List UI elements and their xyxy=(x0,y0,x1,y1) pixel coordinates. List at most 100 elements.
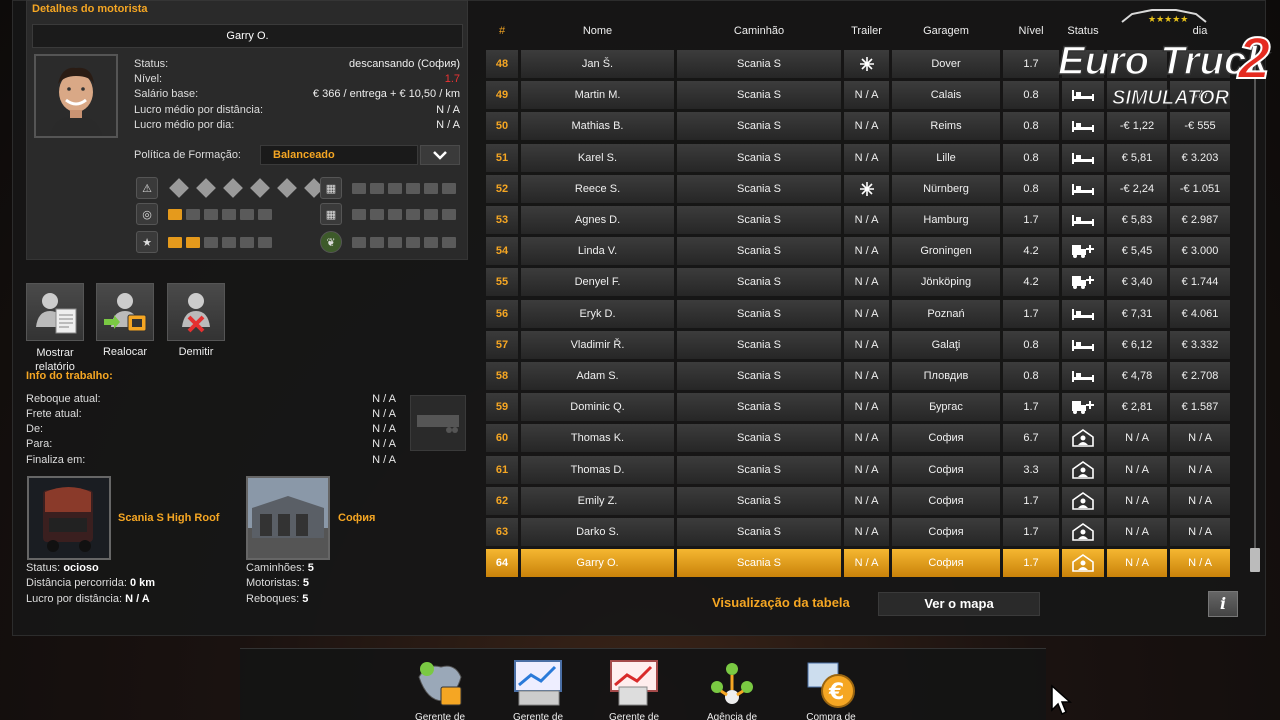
profit-distance-cell: € 3,40 xyxy=(1107,268,1167,297)
level-cell: 0.8 xyxy=(1003,143,1059,172)
truck-cell: Scania S xyxy=(677,518,841,546)
truck-name[interactable]: Scania S High Roof xyxy=(118,512,219,524)
table-row[interactable]: 63 Darko S. Scania SN / A София 1.7 N / AN / … xyxy=(486,518,1238,546)
table-row[interactable]: 50 Mathias B. Scania SN / A Reims 0.8 -€ 1,22… xyxy=(486,112,1238,141)
bed-icon xyxy=(1072,371,1094,382)
info-button[interactable]: i xyxy=(1208,591,1238,617)
profit-day-cell: € 2.708 xyxy=(1170,362,1230,390)
level-value: 1.7 xyxy=(444,73,460,85)
job-value: N / A xyxy=(372,423,396,435)
garage-name[interactable]: София xyxy=(338,512,375,524)
training-policy: Política de Formação: Balanceado xyxy=(134,145,460,165)
garage-cell: Dover xyxy=(892,50,1000,78)
level-cell: 1.7 xyxy=(1003,299,1059,328)
level-row: Nível: 1.7 xyxy=(134,73,460,87)
table-row[interactable]: 56 Eryk D. Scania SN / A Poznań 1.7 € 7,31 € 4… xyxy=(486,299,1238,328)
recruitment-agency-button[interactable] xyxy=(703,656,761,712)
col-header-truck[interactable]: Caminhão xyxy=(677,25,841,41)
table-view-button[interactable]: Visualização da tabela xyxy=(712,592,850,614)
level-cell: 1.7 xyxy=(1003,50,1059,78)
level-cell: 4.2 xyxy=(1003,268,1059,297)
table-row[interactable]: 51 Karel S. Scania SN / A Lille 0.8 € 5,81 € 3… xyxy=(486,143,1238,172)
truck-manager-button[interactable] xyxy=(605,656,663,712)
skill-pip xyxy=(352,182,366,194)
snowflake-icon xyxy=(859,57,874,71)
relocate-label: Realocar xyxy=(102,346,148,358)
skill-pip xyxy=(222,208,236,220)
profit-distance-cell: € 5,45 xyxy=(1107,237,1167,266)
col-header-name[interactable]: Nome xyxy=(521,25,674,41)
fire-button[interactable] xyxy=(167,283,225,341)
profit-distance-cell: N / A xyxy=(1107,486,1167,515)
col-header-trailer[interactable]: Trailer xyxy=(844,25,889,41)
job-value: N / A xyxy=(372,454,396,466)
table-row[interactable]: 52 Reece S. Scania S Nürnberg 0.8 -€ 2,24 -€ 1… xyxy=(486,174,1238,203)
status-cell xyxy=(1062,268,1104,297)
table-row[interactable]: 62 Emily Z. Scania SN / A София 1.7 N / AN / … xyxy=(486,486,1238,515)
row-number: 53 xyxy=(486,206,518,234)
truck-cell: Scania S xyxy=(677,237,841,266)
table-row[interactable]: 59 Dominic Q. Scania SN / A Бургас 1.7 € 2,81… xyxy=(486,393,1238,422)
garage-cell: Groningen xyxy=(892,237,1000,266)
skill-high-value: ★ xyxy=(136,231,276,253)
garage-drivers-label: Motoristas: xyxy=(246,577,300,589)
scroll-thumb[interactable] xyxy=(1250,548,1260,572)
skill-pip xyxy=(204,236,218,248)
row-number: 59 xyxy=(486,393,518,422)
col-header-level[interactable]: Nível xyxy=(1003,25,1059,41)
show-report-button[interactable] xyxy=(26,283,84,341)
level-cell: 4.2 xyxy=(1003,237,1059,266)
trailer-cell: N / A xyxy=(844,424,889,453)
trailer-cell xyxy=(844,50,889,78)
relocate-button[interactable] xyxy=(96,283,154,341)
truck-image xyxy=(29,478,109,558)
status-cell xyxy=(1062,486,1104,515)
table-row[interactable]: 58 Adam S. Scania SN / A Пловдив 0.8 € 4,78 € … xyxy=(486,362,1238,390)
map-view-button[interactable]: Ver o mapa xyxy=(878,592,1040,616)
profit-day-cell: € 4.061 xyxy=(1170,299,1230,328)
driver-name-cell: Agnes D. xyxy=(521,206,674,234)
finance-manager-button[interactable] xyxy=(509,656,567,712)
level-cell: 0.8 xyxy=(1003,330,1059,359)
driver-name-cell: Reece S. xyxy=(521,174,674,203)
table-row[interactable]: 55 Denyel F. Scania SN / A Jönköping 4.2 € 3,… xyxy=(486,268,1238,297)
driver-manager-button[interactable] xyxy=(411,656,469,712)
fragile-skill-icon: ▦ xyxy=(320,177,342,199)
skill-pip xyxy=(250,178,270,198)
table-row[interactable]: 61 Thomas D. Scania SN / A София 3.3 N / AN /… xyxy=(486,455,1238,484)
skill-pip xyxy=(204,208,218,220)
table-row[interactable]: 57 Vladimir Ř. Scania SN / A Galaţi 0.8 € 6,1… xyxy=(486,330,1238,359)
policy-dropdown-button[interactable] xyxy=(420,145,460,165)
table-row[interactable]: 60 Thomas K. Scania SN / A София 6.7 N / AN /… xyxy=(486,424,1238,453)
profit-distance-cell: -€ 2,24 xyxy=(1107,174,1167,203)
table-row[interactable]: 54 Linda V. Scania SN / A Groningen 4.2 € 5,4… xyxy=(486,237,1238,266)
garage-purchase-button[interactable]: € xyxy=(802,656,860,712)
table-row[interactable]: 53 Agnes D. Scania SN / A Hamburg 1.7 € 5,83 €… xyxy=(486,206,1238,234)
profit-day-cell: N / A xyxy=(1170,518,1230,546)
level-label: Nível: xyxy=(134,73,163,85)
scroll-track[interactable] xyxy=(1254,50,1256,550)
row-number: 48 xyxy=(486,50,518,78)
profit-distance-cell: € 5,81 xyxy=(1107,143,1167,172)
trailer-cell: N / A xyxy=(844,112,889,141)
status-cell xyxy=(1062,424,1104,453)
truck-thumbnail[interactable] xyxy=(27,476,111,560)
logo-subtitle: SIMULATOR xyxy=(1112,87,1230,109)
table-scrollbar[interactable] xyxy=(1250,50,1260,574)
profit-day-cell: € 1.744 xyxy=(1170,268,1230,297)
profit-distance-cell: N / A xyxy=(1107,549,1167,578)
table-row[interactable]: 64 Garry O. Scania SN / A София 1.7 N / AN / … xyxy=(486,549,1238,578)
trailer-cell: N / A xyxy=(844,206,889,234)
garage-cell: София xyxy=(892,455,1000,484)
col-header-number[interactable]: # xyxy=(486,25,518,41)
col-header-garage[interactable]: Garagem xyxy=(892,25,1000,41)
status-row: Status: descansando (София) xyxy=(134,58,460,72)
profit-day-cell: € 3.000 xyxy=(1170,237,1230,266)
relocate-icon xyxy=(104,293,147,332)
garage-thumbnail[interactable] xyxy=(246,476,330,560)
driver-name-cell: Dominic Q. xyxy=(521,393,674,422)
ets2-logo: ★★★★★ Euro Truck 2 SIMULATOR xyxy=(1057,9,1271,110)
policy-select[interactable]: Balanceado xyxy=(260,145,418,165)
skill-just-in-time: ▦ xyxy=(320,203,460,225)
status-cell xyxy=(1062,362,1104,390)
